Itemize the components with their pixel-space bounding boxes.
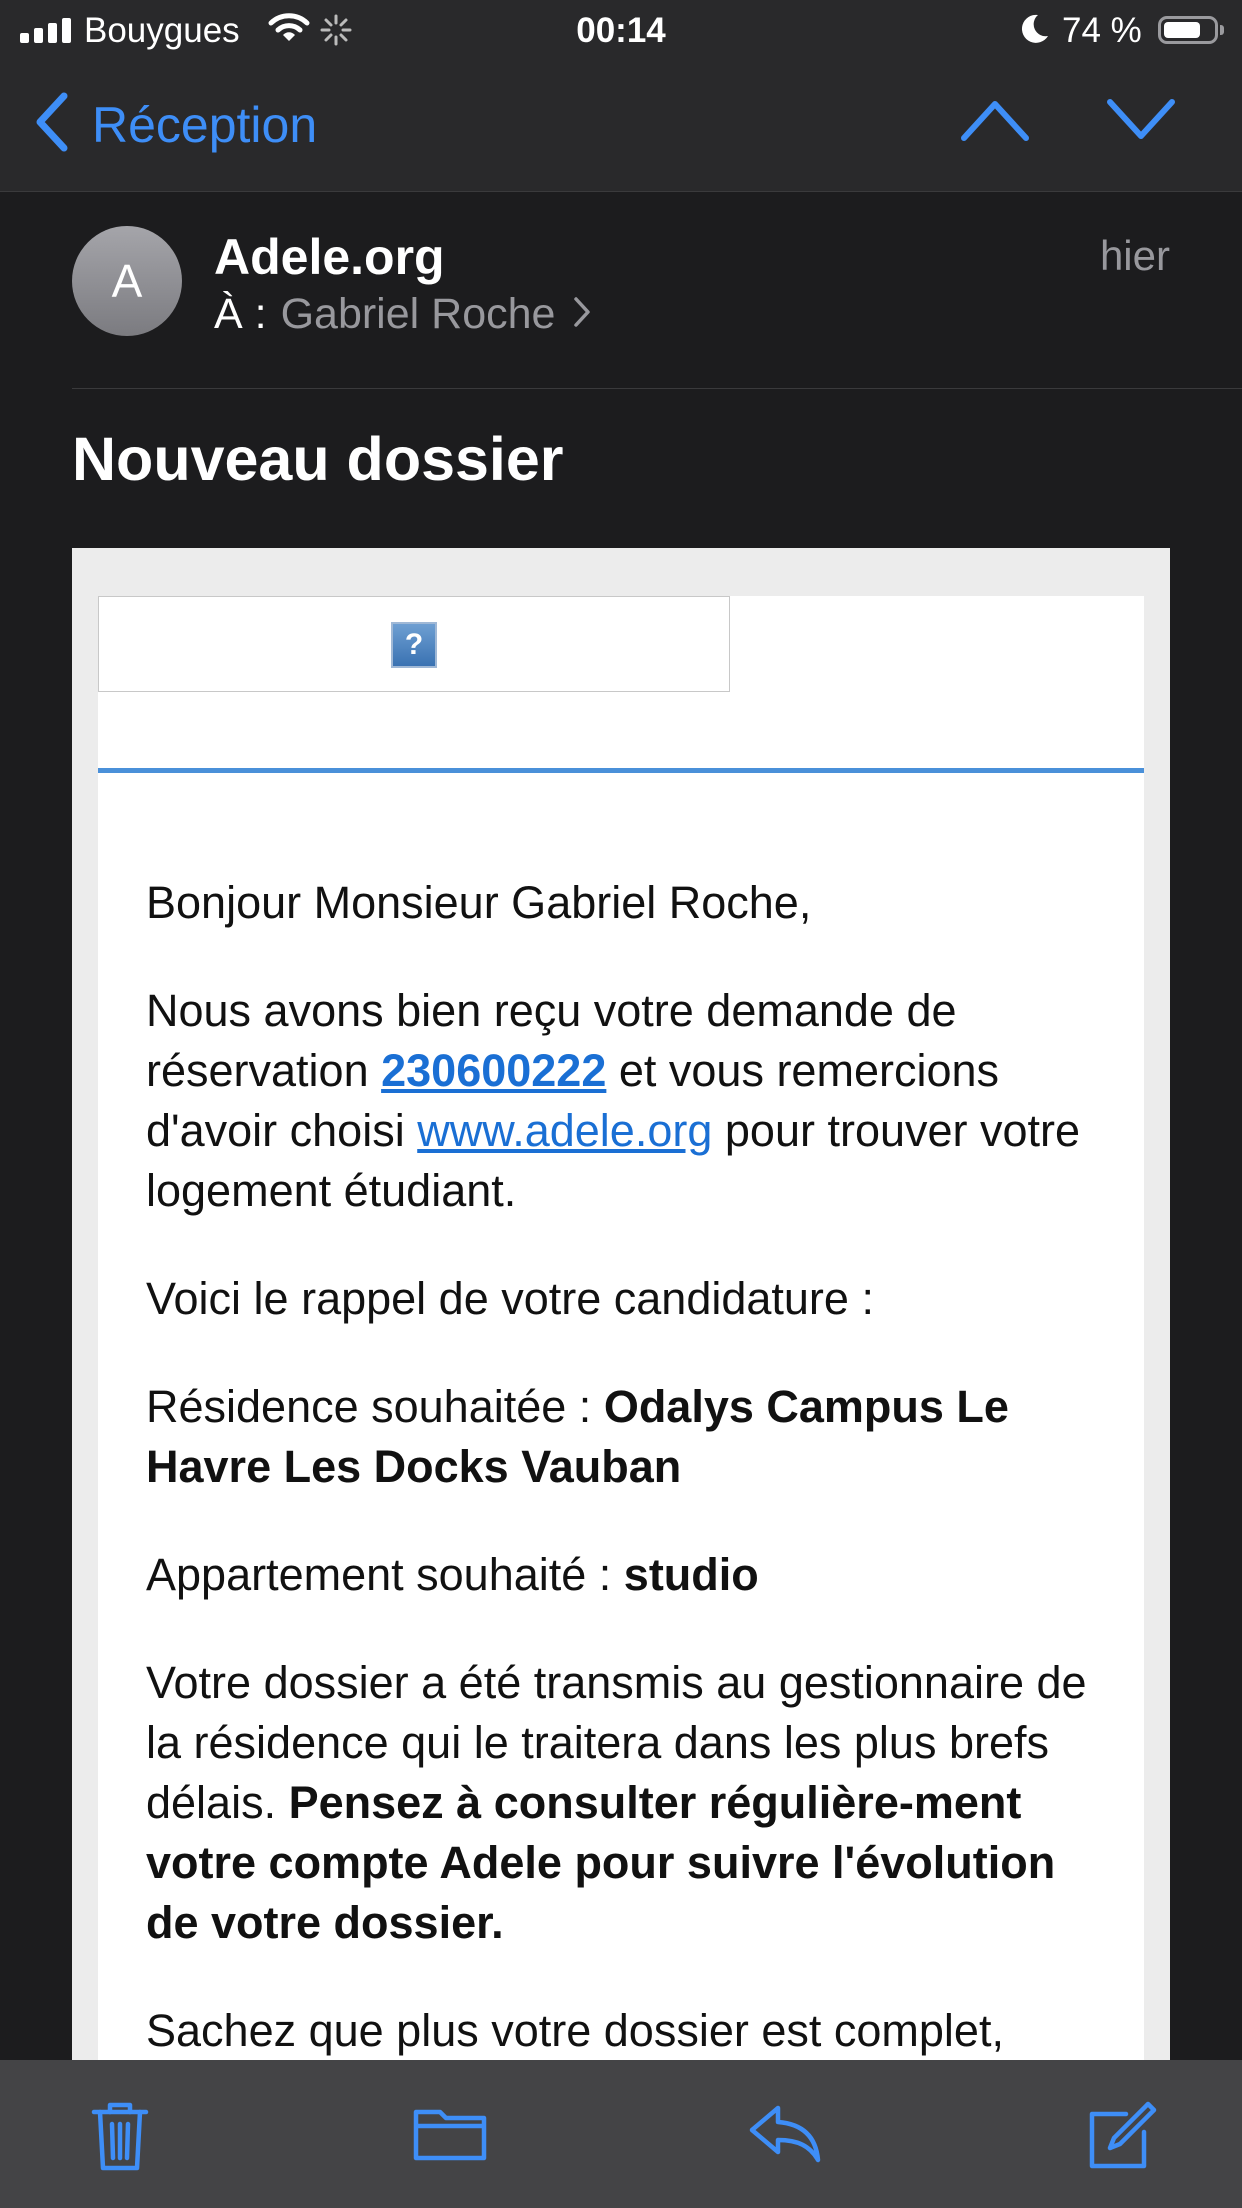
status-bar: Bouygues 00:14 74 %: [0, 0, 1242, 62]
completeness-paragraph: Sachez que plus votre dossier est comple…: [146, 2005, 1004, 2056]
apartment-line: Appartement souhaité : studio: [146, 1549, 759, 1600]
residence-line: Résidence souhaitée : Odalys Campus Le H…: [146, 1381, 1009, 1492]
message-date: hier: [1099, 232, 1170, 279]
trash-icon[interactable]: [90, 2100, 150, 2177]
battery-percent: 74 %: [1062, 11, 1142, 50]
do-not-disturb-moon-icon: [1018, 12, 1050, 55]
compose-icon[interactable]: [1086, 2100, 1158, 2177]
apartment-value: studio: [623, 1549, 759, 1600]
folder-icon[interactable]: [412, 2100, 488, 2169]
chevron-right-icon: [573, 290, 591, 339]
booking-reference-link[interactable]: 230600222: [381, 1045, 606, 1096]
reply-icon[interactable]: [748, 2100, 822, 2169]
avatar[interactable]: A: [72, 226, 182, 336]
message-frame: ? Bonjour Monsieur Gabriel Roche, Nous a…: [72, 548, 1170, 2196]
mail-body: Bonjour Monsieur Gabriel Roche, Nous avo…: [146, 873, 1116, 2109]
chevron-up-icon[interactable]: [960, 98, 1030, 147]
chevron-left-icon: [34, 92, 70, 157]
message-subject: Nouveau dossier: [72, 425, 564, 493]
reminder-text: Voici le rappel de votre candidature :: [146, 1273, 874, 1324]
image-placeholder: ?: [98, 596, 730, 692]
chevron-down-icon[interactable]: [1106, 98, 1176, 147]
back-label: Réception: [92, 96, 318, 153]
divider: [72, 388, 1242, 389]
greeting: Bonjour Monsieur Gabriel Roche,: [146, 877, 812, 928]
navigation-bar: Réception: [0, 62, 1242, 192]
site-link[interactable]: www.adele.org: [417, 1105, 712, 1156]
transmission-paragraph: Votre dossier a été transmis au gestionn…: [146, 1657, 1087, 1948]
back-button[interactable]: Réception: [34, 92, 317, 157]
recipient-prefix: À :: [214, 290, 267, 338]
battery-icon: [1158, 16, 1224, 44]
recipient-name: Gabriel Roche: [280, 290, 556, 338]
recipient-row[interactable]: À : Gabriel Roche: [214, 290, 591, 339]
broken-image-icon: ?: [391, 622, 437, 668]
header-rule: [98, 768, 1144, 773]
message-card: ? Bonjour Monsieur Gabriel Roche, Nous a…: [98, 596, 1144, 2196]
message-header: A Adele.org À : Gabriel Roche hier: [0, 192, 1242, 390]
clock: 00:14: [576, 11, 666, 50]
confirmation-paragraph: Nous avons bien reçu votre demande de ré…: [146, 985, 1081, 1216]
battery-fill: [1164, 22, 1200, 38]
bottom-toolbar: [0, 2060, 1242, 2208]
sender-name[interactable]: Adele.org: [214, 228, 445, 286]
